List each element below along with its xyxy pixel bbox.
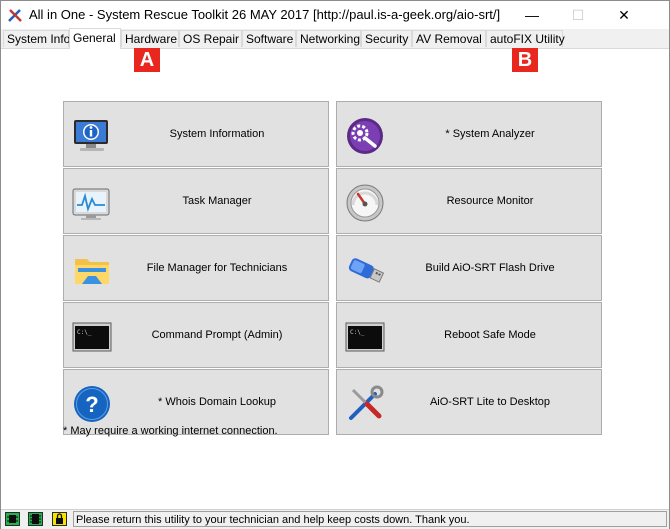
reboot-safe-mode-label: Reboot Safe Mode [444, 329, 536, 341]
command-prompt-label: Command Prompt (Admin) [151, 329, 283, 341]
tab-networking[interactable]: Networking [296, 30, 361, 47]
status-bar: Please return this utility to your techn… [1, 509, 669, 529]
svg-text:C:\_: C:\_ [77, 329, 92, 336]
tab-av-removal[interactable]: AV Removal [412, 30, 486, 47]
marker-a: A [134, 48, 160, 72]
task-manager-label: Task Manager [182, 195, 252, 207]
app-window: All in One - System Rescue Toolkit 26 MA… [0, 0, 670, 529]
file-manager-button[interactable]: File Manager for Technicians [63, 235, 329, 301]
system-information-button[interactable]: System Information [63, 101, 329, 167]
command-prompt-button[interactable]: C:\_ Command Prompt (Admin) [63, 302, 329, 368]
build-flash-drive-button[interactable]: Build AiO-SRT Flash Drive [336, 235, 602, 301]
tab-autofix-utility[interactable]: autoFIX Utility [486, 30, 565, 47]
title-bar: All in One - System Rescue Toolkit 26 MA… [1, 1, 669, 29]
gauge-icon [346, 184, 384, 222]
reboot-safe-mode-button[interactable]: C:\_ Reboot Safe Mode [336, 302, 602, 368]
usb-drive-icon [348, 258, 385, 283]
resource-monitor-label: Resource Monitor [446, 195, 534, 207]
svg-text:?: ? [85, 392, 98, 417]
maximize-button[interactable]: ☐ [555, 1, 601, 29]
window-title: All in One - System Rescue Toolkit 26 MA… [29, 7, 501, 22]
marker-b: B [512, 48, 538, 72]
info-monitor-icon [74, 120, 108, 151]
tab-system-info[interactable]: System Info [3, 30, 70, 47]
gear-wrench-icon [347, 118, 383, 154]
minimize-button[interactable]: — [509, 1, 555, 29]
chip-status-icon[interactable] [28, 512, 43, 526]
app-tools-icon [8, 9, 22, 22]
tab-strip: System Info General Hardware OS Repair S… [1, 28, 669, 49]
lite-to-desktop-label: AiO-SRT Lite to Desktop [429, 396, 551, 408]
system-analyzer-button[interactable]: * System Analyzer [336, 101, 602, 167]
tab-security[interactable]: Security [361, 30, 412, 47]
file-manager-label: File Manager for Technicians [146, 262, 288, 274]
close-icon: ✕ [618, 6, 630, 23]
lock-status-icon[interactable] [52, 512, 67, 526]
status-message: Please return this utility to your techn… [73, 511, 667, 527]
svg-text:C:\_: C:\_ [350, 329, 365, 336]
tab-hardware[interactable]: Hardware [121, 30, 179, 47]
tools-icon [349, 385, 384, 420]
build-flash-drive-label: Build AiO-SRT Flash Drive [425, 262, 555, 274]
cmd-icon: C:\_ [72, 322, 112, 352]
green-status-icon[interactable] [5, 512, 20, 526]
minimize-icon: — [525, 7, 539, 23]
internet-note: * May require a working internet connect… [63, 425, 278, 437]
system-analyzer-label: * System Analyzer [445, 128, 535, 140]
task-manager-button[interactable]: Task Manager [63, 168, 329, 234]
tab-software[interactable]: Software [242, 30, 296, 47]
close-button[interactable]: ✕ [601, 1, 647, 29]
question-icon: ? [74, 386, 110, 422]
system-information-label: System Information [169, 128, 265, 140]
resource-monitor-button[interactable]: Resource Monitor [336, 168, 602, 234]
cmd-icon: C:\_ [345, 322, 385, 352]
task-monitor-icon [72, 188, 110, 220]
folder-icon [75, 259, 109, 284]
tab-os-repair[interactable]: OS Repair [179, 30, 242, 47]
lite-to-desktop-button[interactable]: AiO-SRT Lite to Desktop [336, 369, 602, 435]
maximize-icon: ☐ [571, 6, 585, 23]
tab-general[interactable]: General [69, 28, 121, 49]
